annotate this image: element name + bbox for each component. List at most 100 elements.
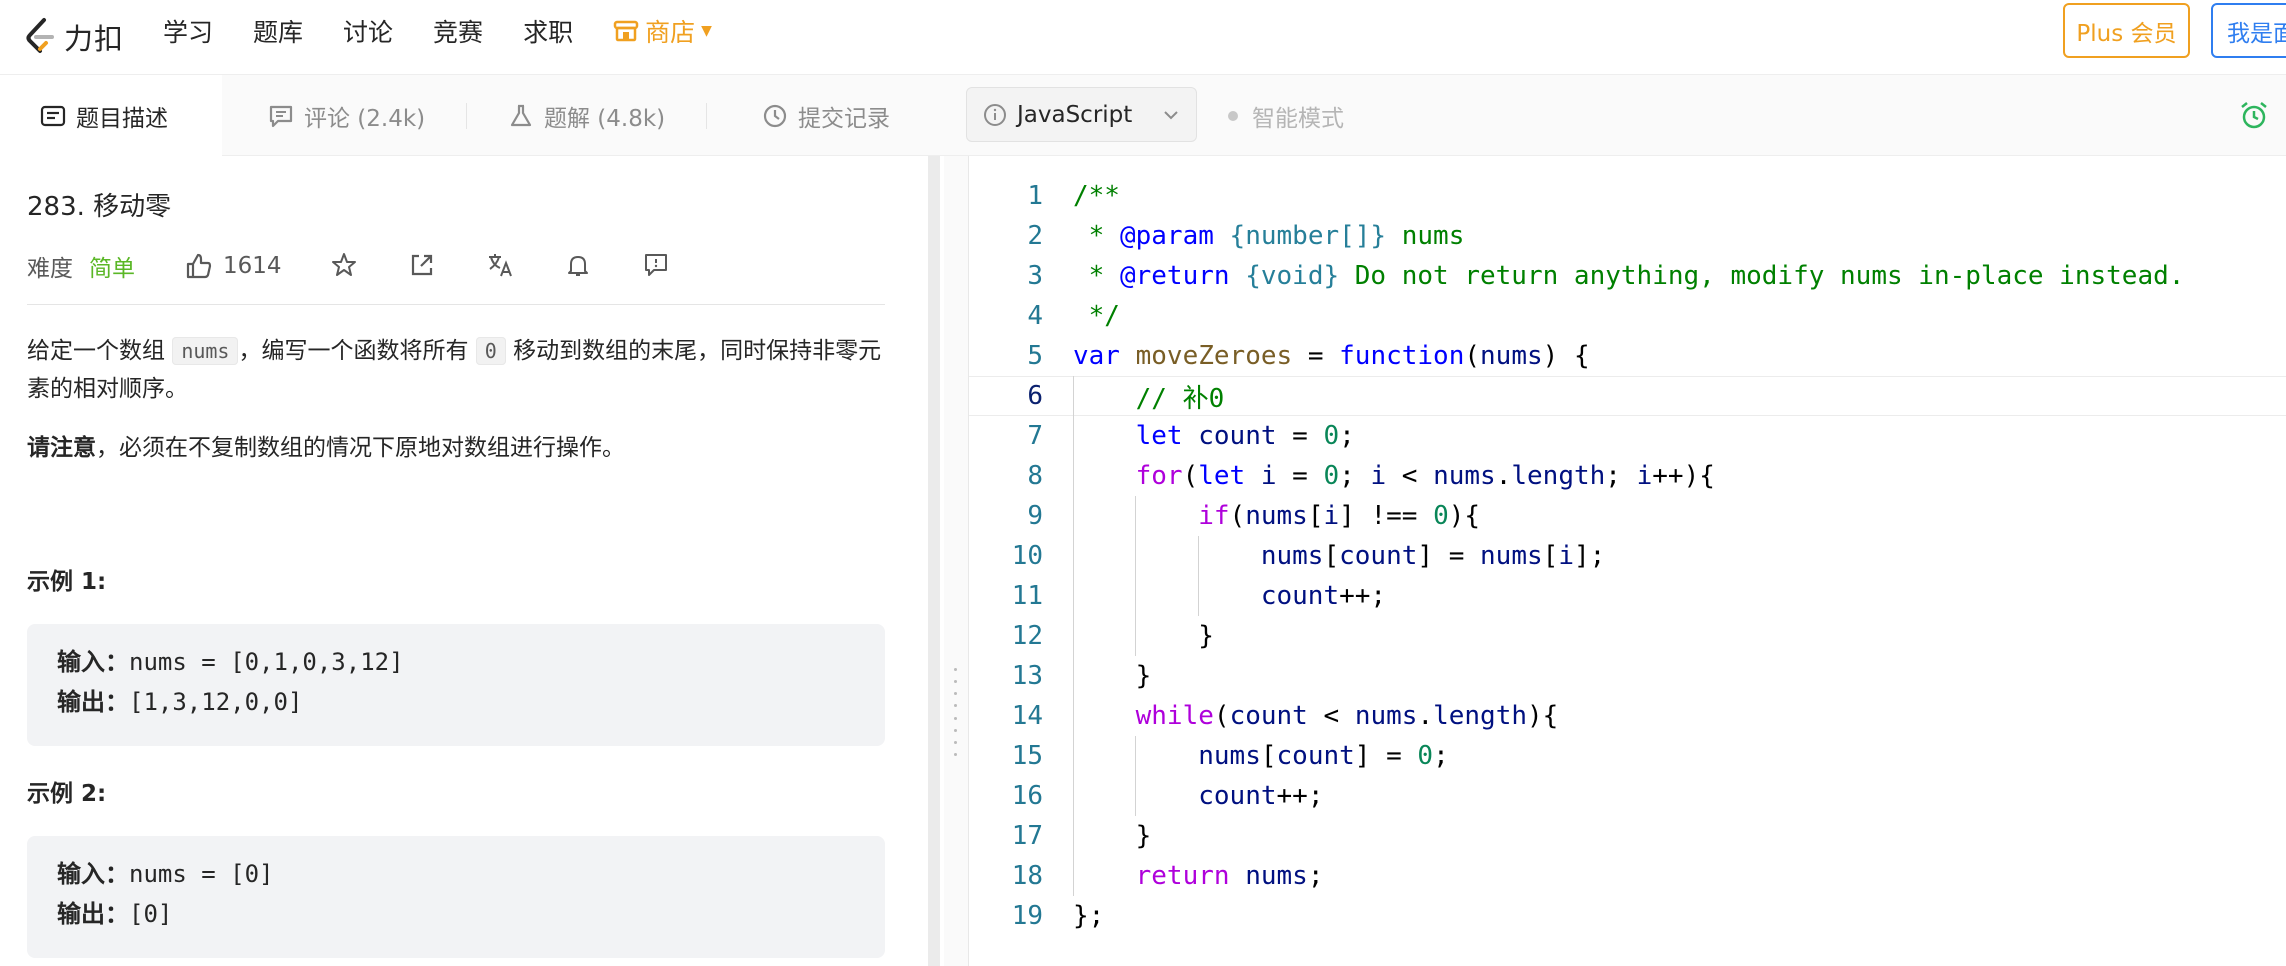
code-text: * @return {void} Do not return anything,… [1073, 261, 2185, 291]
tab-solutions-label: 题解 (4.8k) [544, 105, 666, 132]
tab-solutions[interactable]: 题解 (4.8k) [508, 75, 665, 156]
description-icon [40, 105, 66, 126]
description-scrollbar[interactable] [928, 156, 940, 966]
difficulty-badge: 简单 [89, 256, 135, 282]
favorite-button[interactable] [330, 251, 360, 281]
code-line[interactable]: 3 * @return {void} Do not return anythin… [969, 256, 2286, 296]
line-number: 7 [1027, 421, 1043, 451]
panel-tab-bar: 题目描述 评论 (2.4k) 题解 (4.8k) 提交记录 JavaScript… [0, 75, 2286, 156]
code-text: nums[count] = nums[i]; [1260, 541, 1606, 571]
problem-description: 给定一个数组 nums ，编写一个函数将所有 0 移动到数组的末尾，同时保持非零元… [27, 332, 887, 408]
note-bold: 请注意 [27, 435, 96, 461]
code-line[interactable]: 19}; [969, 896, 2286, 936]
tab-submissions-label: 提交记录 [798, 105, 890, 132]
code-text: if(nums[i] !== 0){ [1198, 501, 1481, 531]
code-line[interactable]: 9 if(nums[i] !== 0){ [969, 496, 2286, 536]
code-line[interactable]: 12 } [969, 616, 2286, 656]
code-text: } [1073, 821, 1152, 851]
code-line[interactable]: 16 count++; [969, 776, 2286, 816]
tab-comments[interactable]: 评论 (2.4k) [268, 75, 425, 156]
line-number: 12 [1011, 621, 1043, 651]
status-dot-icon [1228, 110, 1238, 121]
code-text: count++; [1198, 781, 1324, 811]
problem-description-panel: 283. 移动零 难度 简单 1614 给定一个数组 nums ，编写一个函数将所… [0, 156, 930, 966]
code-editor[interactable]: 1/** 2 * @param {number[]} nums 3 * @retur… [968, 156, 2286, 966]
example-2-box: 输入：nums = [0] 输出：[0] [27, 836, 885, 958]
example-1-title: 示例 1: [27, 569, 107, 595]
description-text: 给定一个数组 [27, 338, 165, 364]
plus-membership-button[interactable]: Plus 会员 [2063, 3, 2190, 58]
line-number: 10 [1011, 541, 1043, 571]
code-text: */ [1073, 301, 1120, 331]
example-output: [1,3,12,0,0] [129, 688, 303, 716]
note-text: ，必须在不复制数组的情况下原地对数组进行操作。 [96, 435, 625, 461]
line-number: 1 [1027, 181, 1043, 211]
line-number: 4 [1027, 301, 1043, 331]
translate-button[interactable] [486, 251, 516, 281]
line-number: 2 [1027, 221, 1043, 251]
line-number: 14 [1011, 701, 1043, 731]
code-line[interactable]: 10 nums[count] = nums[i]; [969, 536, 2286, 576]
code-text: while(count < nums.length){ [1135, 701, 1559, 731]
example-1-box: 输入：nums = [0,1,0,3,12] 输出：[1,3,12,0,0] [27, 624, 885, 746]
description-text: ，编写一个函数将所有 [238, 338, 469, 364]
feedback-button[interactable] [642, 251, 672, 281]
indent-guide [1135, 496, 1137, 656]
line-number: 6 [1027, 381, 1043, 411]
main-nav: 学习 题库 讨论 竞赛 求职 商店 ▼ [163, 0, 712, 62]
problem-note: 请注意，必须在不复制数组的情况下原地对数组进行操作。 [27, 428, 625, 462]
clock-icon [763, 104, 787, 127]
code-line[interactable]: 7 let count = 0; [969, 416, 2286, 456]
logo-text: 力扣 [64, 22, 125, 56]
tab-description[interactable]: 题目描述 [0, 75, 222, 156]
tab-divider [466, 103, 467, 129]
line-number: 3 [1027, 261, 1043, 291]
code-line[interactable]: 13 } [969, 656, 2286, 696]
code-line[interactable]: 15 nums[count] = 0; [969, 736, 2286, 776]
panel-resize-handle[interactable] [944, 156, 968, 966]
code-line[interactable]: 14 while(count < nums.length){ [969, 696, 2286, 736]
nav-item-learn[interactable]: 学习 [163, 13, 213, 49]
example-input: nums = [0,1,0,3,12] [129, 648, 404, 676]
code-text: } [1073, 661, 1152, 691]
problem-meta-bar: 难度 简单 1614 [27, 246, 672, 286]
example-output: [0] [129, 900, 173, 928]
code-line[interactable]: 4 */ [969, 296, 2286, 336]
code-line[interactable]: 8 for(let i = 0; i < nums.length; i++){ [969, 456, 2286, 496]
smart-mode-toggle[interactable]: 智能模式 [1228, 75, 1344, 156]
language-select[interactable]: JavaScript [966, 87, 1197, 142]
notification-button[interactable] [564, 251, 594, 281]
example-input: nums = [0] [129, 860, 274, 888]
share-button[interactable] [408, 251, 438, 281]
interviewer-button[interactable]: 我是面 [2211, 3, 2286, 58]
code-line[interactable]: 6 // 补0 [969, 376, 2286, 416]
nav-item-problemset[interactable]: 题库 [253, 13, 303, 49]
inline-code: 0 [475, 337, 506, 365]
tab-comments-label: 评论 (2.4k) [304, 105, 426, 132]
code-line[interactable]: 1 /** [969, 176, 2286, 216]
shop-icon [613, 20, 639, 42]
indent-guide [1073, 376, 1074, 896]
code-line[interactable]: 11 count++; [969, 576, 2286, 616]
code-line[interactable]: 2 * @param {number[]} nums [969, 216, 2286, 256]
inline-code: nums [172, 337, 239, 365]
nav-item-jobs[interactable]: 求职 [523, 13, 573, 49]
nav-item-shop[interactable]: 商店 ▼ [613, 13, 712, 49]
nav-item-discuss[interactable]: 讨论 [343, 13, 393, 49]
tab-submissions[interactable]: 提交记录 [762, 75, 890, 156]
leetcode-logo[interactable]: 力扣 [24, 12, 124, 62]
code-text: }; [1073, 901, 1105, 931]
code-text: } [1073, 621, 1214, 651]
code-line[interactable]: 17 } [969, 816, 2286, 856]
alarm-clock-icon[interactable] [2238, 99, 2270, 131]
line-number: 19 [1011, 901, 1043, 931]
nav-item-contest[interactable]: 竞赛 [433, 13, 483, 49]
shop-label: 商店 [645, 18, 696, 47]
translate-icon [488, 254, 512, 277]
thumbs-up-icon [186, 253, 212, 279]
code-line[interactable]: 5 var moveZeroes = function(nums) { [969, 336, 2286, 376]
code-line[interactable]: 18 return nums; [969, 856, 2286, 896]
like-button[interactable]: 1614 [185, 252, 282, 280]
drag-handle-icon[interactable] [954, 668, 958, 756]
line-number: 13 [1011, 661, 1043, 691]
